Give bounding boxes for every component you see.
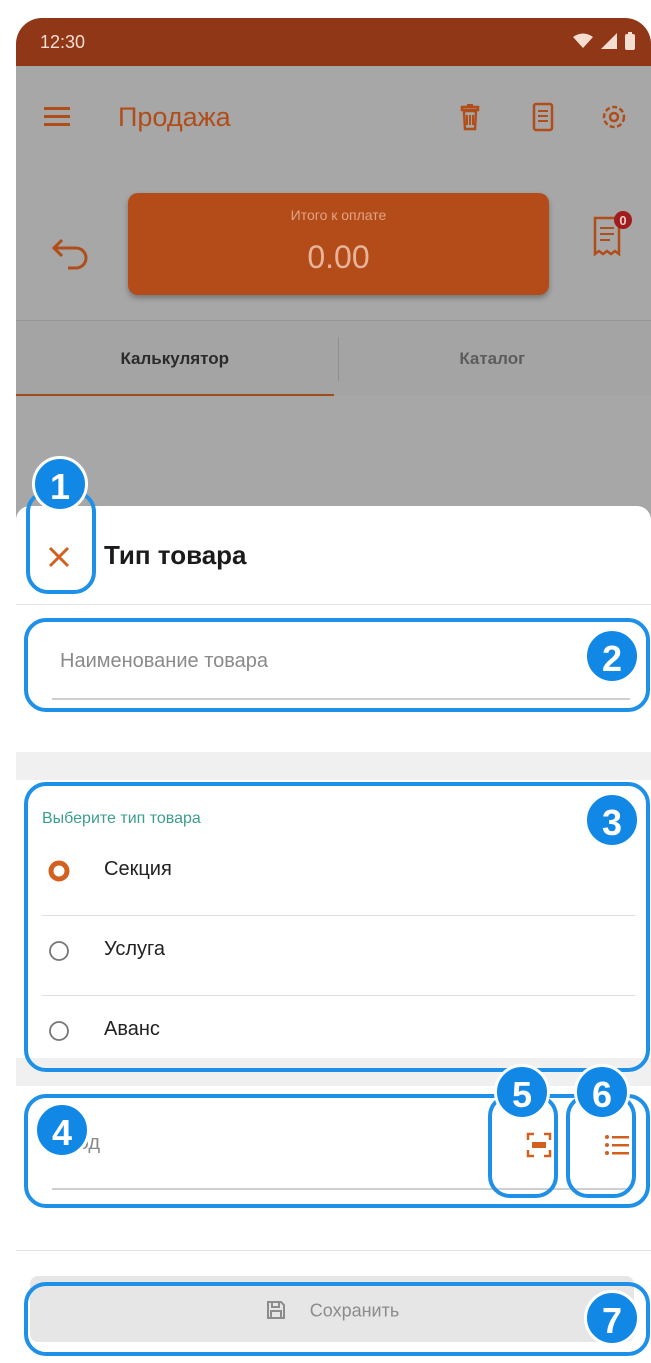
status-icons [573, 32, 635, 50]
callout-frame-2 [24, 618, 650, 712]
callout-marker-5: 5 [494, 1064, 550, 1120]
callout-frame-7 [24, 1282, 650, 1356]
menu-icon[interactable] [38, 97, 78, 137]
receipt-icon[interactable]: 0 [587, 208, 635, 264]
app-bar: Продажа [16, 66, 651, 168]
trash-icon[interactable] [452, 99, 488, 135]
undo-icon[interactable] [46, 226, 94, 274]
status-bar: 12:30 [16, 18, 651, 66]
callout-marker-4: 4 [34, 1102, 90, 1158]
callout-marker-1: 1 [32, 456, 88, 512]
tab-catalog[interactable]: Каталог [334, 321, 651, 397]
tab-calculator[interactable]: Калькулятор [16, 321, 334, 397]
total-card: Итого к оплате 0.00 [128, 193, 549, 295]
callout-marker-3: 3 [584, 792, 640, 848]
callout-marker-6: 6 [574, 1064, 630, 1120]
total-label: Итого к оплате [290, 207, 387, 223]
page-title: Продажа [118, 102, 231, 132]
sheet-title: Тип товара [104, 540, 247, 570]
callout-frame-3 [24, 782, 650, 1072]
tab-bar: Калькулятор Каталог [16, 320, 651, 397]
callout-marker-7: 7 [584, 1290, 640, 1346]
callout-marker-2: 2 [584, 628, 640, 684]
wifi-icon [573, 33, 593, 48]
total-area: Итого к оплате 0.00 0 [16, 168, 651, 320]
section-divider [16, 752, 651, 780]
receipt-badge: 0 [619, 213, 626, 228]
total-value: 0.00 [307, 239, 370, 275]
settings-icon[interactable] [596, 99, 632, 135]
sheet-header: Тип товара [16, 506, 651, 605]
battery-icon [625, 32, 635, 50]
footer-divider [16, 1250, 651, 1251]
document-icon[interactable] [525, 99, 561, 135]
status-time: 12:30 [40, 32, 86, 52]
signal-icon [601, 33, 617, 49]
